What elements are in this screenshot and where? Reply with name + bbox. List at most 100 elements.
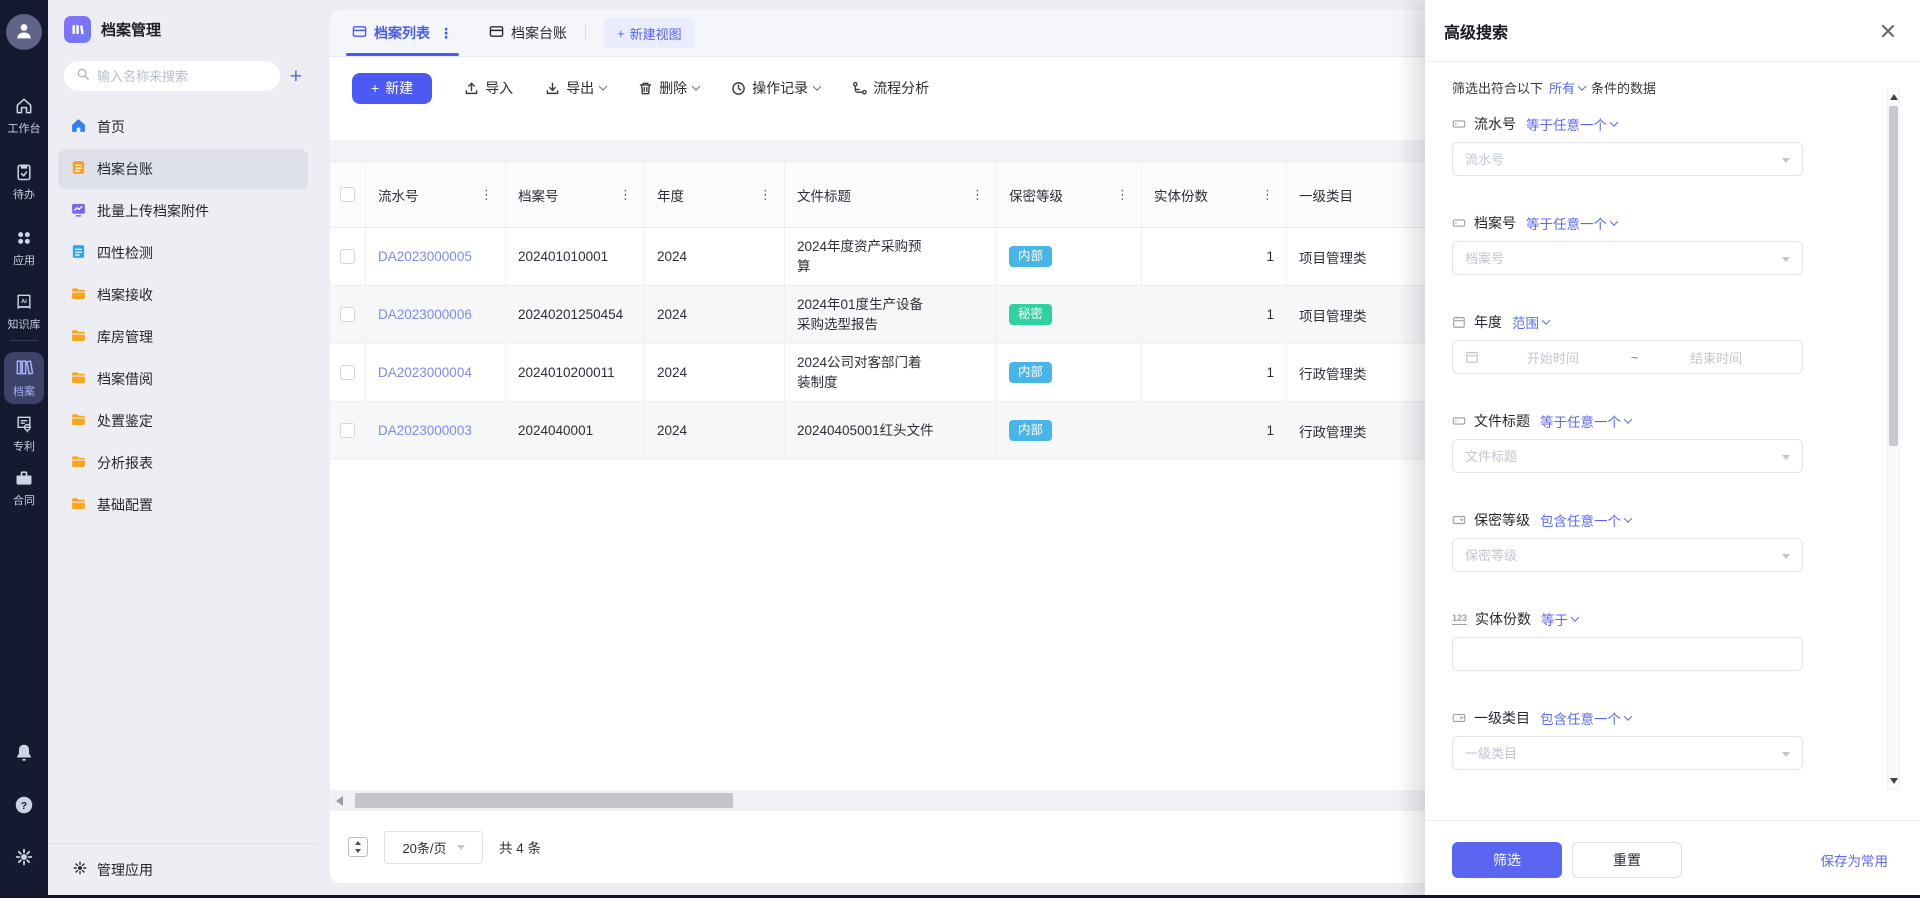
- column-menu-dots[interactable]: ⋮: [1116, 187, 1129, 203]
- scroll-down-arrow-icon[interactable]: [1890, 778, 1898, 784]
- save-as-favorite-link[interactable]: 保存为常用: [1821, 850, 1889, 870]
- row-height-icon[interactable]: [348, 837, 368, 857]
- filter-field-title: 文件标题 等于任意一个: [1452, 411, 1803, 473]
- year-range-input[interactable]: 开始时间 ~ 结束时间: [1452, 340, 1803, 374]
- export-button[interactable]: 导出: [545, 78, 608, 98]
- condition-dropdown[interactable]: 等于任意一个: [1526, 213, 1619, 233]
- import-button[interactable]: 导入: [464, 78, 513, 98]
- condition-dropdown[interactable]: 包含任意一个: [1540, 708, 1633, 728]
- column-menu-dots[interactable]: ⋮: [759, 187, 772, 203]
- scroll-up-arrow-icon[interactable]: [1890, 94, 1898, 100]
- panel-scrollbar[interactable]: [1887, 88, 1900, 790]
- rail-item-workbench[interactable]: 工作台: [0, 96, 48, 136]
- manage-apps-button[interactable]: 管理应用: [48, 843, 318, 895]
- copies-filter-input[interactable]: [1452, 637, 1803, 671]
- sidebar-item-reports[interactable]: 分析报表: [58, 443, 308, 483]
- add-button[interactable]: +: [288, 66, 304, 87]
- serial-filter-input[interactable]: [1452, 142, 1803, 176]
- sidebar-item-archive-receive[interactable]: 档案接收: [58, 275, 308, 315]
- serial-filter-text[interactable]: [1465, 151, 1790, 167]
- tab-archive-list[interactable]: 档案列表 ⋮: [346, 10, 459, 56]
- serial-link[interactable]: DA2023000006: [378, 307, 472, 322]
- row-checkbox[interactable]: [340, 307, 355, 322]
- category-filter-select[interactable]: [1452, 736, 1803, 770]
- rail-item-knowledge[interactable]: AI 知识库: [0, 292, 48, 332]
- sidebar-item-disposal[interactable]: 处置鉴定: [58, 401, 308, 441]
- plus-icon: +: [617, 25, 625, 41]
- horizontal-scrollbar-thumb[interactable]: [355, 793, 733, 808]
- rail-item-apps[interactable]: 应用: [0, 228, 48, 268]
- help-button[interactable]: ?: [0, 794, 48, 816]
- svg-text:?: ?: [21, 801, 27, 812]
- sidebar-item-base-config[interactable]: 基础配置: [58, 485, 308, 525]
- security-level-badge: 内部: [1009, 246, 1053, 267]
- delete-button[interactable]: 删除: [638, 78, 701, 98]
- level-filter-text[interactable]: [1465, 547, 1790, 563]
- column-menu-dots[interactable]: ⋮: [1261, 187, 1274, 203]
- rail-item-label: 专利: [13, 441, 35, 453]
- archive-no-filter-text[interactable]: [1465, 250, 1790, 266]
- page-size-select[interactable]: 20条/页: [384, 830, 483, 864]
- sidebar-item-four-check[interactable]: 四性检测: [58, 233, 308, 273]
- title-filter-text[interactable]: [1465, 448, 1790, 464]
- start-date-placeholder[interactable]: 开始时间: [1479, 348, 1627, 367]
- sidebar-item-archive-ledger[interactable]: 档案台账: [58, 149, 308, 189]
- serial-link[interactable]: DA2023000003: [378, 423, 472, 438]
- match-mode-dropdown[interactable]: 所有: [1549, 78, 1587, 97]
- sidebar-search-input[interactable]: [97, 68, 268, 84]
- clock-icon: [731, 81, 746, 96]
- settings-button[interactable]: [0, 846, 48, 868]
- new-view-button[interactable]: + 新建视图: [604, 18, 695, 48]
- sidebar-item-batch-upload[interactable]: 批量上传档案附件: [58, 191, 308, 231]
- calendar-icon: [1465, 350, 1479, 364]
- condition-dropdown[interactable]: 等于任意一个: [1540, 411, 1633, 431]
- rail-item-archive-selected[interactable]: 档案: [4, 352, 44, 404]
- category-filter-text[interactable]: [1465, 745, 1790, 761]
- scroll-left-arrow-icon[interactable]: [336, 796, 343, 806]
- filter-button[interactable]: 筛选: [1452, 841, 1562, 878]
- title-filter-input[interactable]: [1452, 439, 1803, 473]
- row-checkbox[interactable]: [340, 249, 355, 264]
- tab-archive-ledger[interactable]: 档案台账: [489, 10, 567, 56]
- copies-cell: 1: [1266, 423, 1274, 438]
- condition-dropdown[interactable]: 范围: [1512, 312, 1551, 332]
- flow-analysis-button[interactable]: 流程分析: [852, 78, 929, 98]
- column-menu-dots[interactable]: ⋮: [971, 187, 984, 203]
- rail-item-contract[interactable]: 合同: [0, 468, 48, 508]
- level-filter-select[interactable]: [1452, 538, 1803, 572]
- sidebar-item-archive-borrow[interactable]: 档案借阅: [58, 359, 308, 399]
- sidebar-item-home[interactable]: 首页: [58, 107, 308, 147]
- field-label: 档案号: [1474, 215, 1516, 231]
- sidebar-search[interactable]: [64, 61, 280, 91]
- row-checkbox[interactable]: [340, 423, 355, 438]
- serial-link[interactable]: DA2023000005: [378, 249, 472, 264]
- panel-scrollbar-thumb[interactable]: [1889, 106, 1898, 446]
- gear-icon: [13, 846, 35, 868]
- copies-filter-text[interactable]: [1465, 646, 1790, 662]
- condition-dropdown[interactable]: 等于: [1541, 609, 1580, 629]
- close-icon[interactable]: [1880, 23, 1896, 39]
- notifications-button[interactable]: [0, 742, 48, 764]
- end-date-placeholder[interactable]: 结束时间: [1642, 348, 1790, 367]
- sidebar-item-warehouse[interactable]: 库房管理: [58, 317, 308, 357]
- column-menu-dots[interactable]: ⋮: [619, 187, 632, 203]
- column-header-category: 一级类目: [1299, 188, 1353, 204]
- chevron-down-icon: [1623, 514, 1633, 523]
- column-menu-dots[interactable]: ⋮: [480, 187, 493, 203]
- rail-item-patent[interactable]: 专利: [0, 414, 48, 454]
- sidebar-item-label: 首页: [97, 119, 125, 135]
- tab-menu-dots[interactable]: ⋮: [439, 25, 453, 42]
- condition-dropdown[interactable]: 包含任意一个: [1540, 510, 1633, 530]
- archive-no-filter-input[interactable]: [1452, 241, 1803, 275]
- serial-link[interactable]: DA2023000004: [378, 365, 472, 380]
- select-all-checkbox[interactable]: [340, 187, 355, 202]
- reset-button[interactable]: 重置: [1572, 841, 1682, 878]
- app-header: 档案管理: [48, 0, 318, 43]
- user-avatar[interactable]: [6, 14, 42, 50]
- rail-item-todo[interactable]: 待办: [0, 162, 48, 202]
- column-header-level: 保密等级: [1009, 188, 1063, 204]
- condition-dropdown[interactable]: 等于任意一个: [1526, 114, 1619, 134]
- operation-log-button[interactable]: 操作记录: [731, 78, 822, 98]
- create-button[interactable]: + 新建: [352, 72, 433, 104]
- row-checkbox[interactable]: [340, 365, 355, 380]
